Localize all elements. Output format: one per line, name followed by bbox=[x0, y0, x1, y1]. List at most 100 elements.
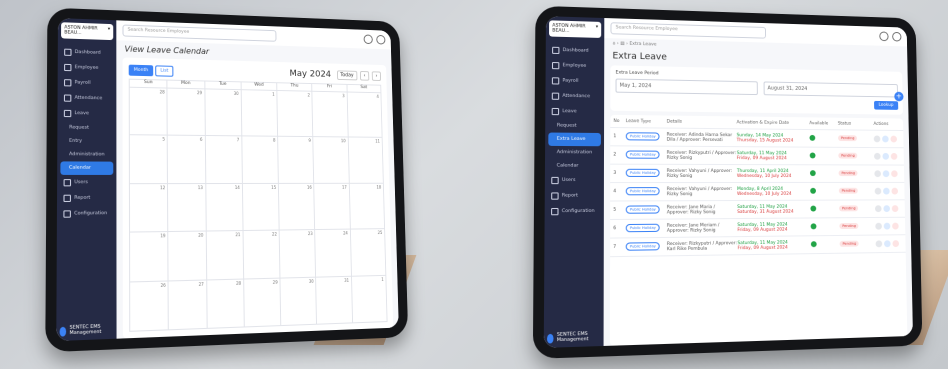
calendar-day-cell[interactable]: 1 bbox=[351, 275, 388, 324]
calendar-day-cell[interactable]: 19 bbox=[130, 232, 169, 283]
sidebar-item-payroll[interactable]: Payroll bbox=[549, 73, 601, 89]
delete-icon[interactable] bbox=[890, 135, 898, 143]
calendar-day-cell[interactable]: 30 bbox=[280, 277, 318, 327]
bell-icon[interactable] bbox=[879, 31, 889, 42]
calendar-day-cell[interactable]: 28 bbox=[206, 279, 245, 329]
calendar-day-cell[interactable]: 29 bbox=[244, 278, 282, 328]
view-icon[interactable] bbox=[874, 170, 881, 178]
main-content: Search Resource Employee ⌂ › ▤ › Extra L… bbox=[603, 18, 913, 346]
company-switcher[interactable]: ASTON AHMIR BEAU... ▾ bbox=[61, 22, 114, 41]
calendar-day-cell[interactable]: 1 bbox=[241, 90, 279, 138]
delete-icon[interactable] bbox=[891, 170, 898, 178]
calendar-day-cell[interactable]: 30 bbox=[204, 89, 243, 137]
calendar-day-cell[interactable]: 15 bbox=[242, 183, 280, 232]
calendar-day-cell[interactable]: 11 bbox=[348, 137, 384, 184]
calendar-day-cell[interactable]: 7 bbox=[205, 136, 243, 184]
calendar-day-cell[interactable]: 29 bbox=[167, 88, 206, 137]
sidebar-item-configuration[interactable]: Configuration bbox=[60, 206, 113, 222]
sidebar-item-payroll[interactable]: Payroll bbox=[61, 75, 113, 91]
sidebar-item-leave[interactable]: Leave bbox=[548, 104, 601, 120]
sidebar-item-request[interactable]: Request bbox=[548, 119, 601, 133]
calendar-day-cell[interactable]: 21 bbox=[206, 231, 245, 281]
delete-icon[interactable] bbox=[892, 222, 899, 230]
view-icon[interactable] bbox=[874, 152, 881, 160]
end-date-field[interactable]: August 31, 2024 bbox=[763, 81, 899, 98]
calendar-day-cell[interactable]: 3 bbox=[312, 91, 349, 138]
company-switcher[interactable]: ASTON AHMIR BEAU... ▾ bbox=[549, 20, 602, 38]
calendar-day-cell[interactable]: 8 bbox=[242, 136, 279, 184]
calendar-day-cell[interactable]: 23 bbox=[279, 230, 317, 279]
sidebar-item-report[interactable]: Report bbox=[548, 188, 601, 204]
delete-icon[interactable] bbox=[891, 187, 899, 195]
sidebar-item-dashboard[interactable]: Dashboard bbox=[61, 44, 113, 61]
calendar-day-cell[interactable]: 24 bbox=[315, 229, 352, 278]
calendar-day-cell[interactable]: 28 bbox=[129, 87, 168, 136]
sidebar-item-report[interactable]: Report bbox=[60, 190, 113, 206]
edit-icon[interactable] bbox=[882, 170, 890, 178]
avatar[interactable] bbox=[376, 34, 386, 45]
edit-icon[interactable] bbox=[882, 135, 889, 143]
sidebar-item-extra[interactable]: Extra Leave bbox=[548, 132, 601, 147]
calendar-day-cell[interactable]: 4 bbox=[347, 92, 383, 139]
sidebar-item-users[interactable]: Users bbox=[60, 175, 113, 191]
calendar-day-cell[interactable]: 16 bbox=[278, 183, 316, 231]
calendar-day-cell[interactable]: 13 bbox=[168, 183, 207, 233]
calendar-day-cell[interactable]: 27 bbox=[168, 280, 208, 331]
edit-icon[interactable] bbox=[883, 222, 891, 230]
sidebar-item-administration[interactable]: Administration bbox=[548, 146, 601, 160]
bell-icon[interactable] bbox=[363, 34, 373, 45]
calendar-day-cell[interactable]: 6 bbox=[167, 135, 206, 184]
sidebar-item-request[interactable]: Request bbox=[61, 121, 114, 135]
sidebar-item-leave[interactable]: Leave bbox=[61, 106, 114, 122]
calendar-day-cell[interactable]: 17 bbox=[314, 183, 351, 231]
today-button[interactable]: Today bbox=[336, 70, 358, 81]
users-icon bbox=[551, 176, 559, 185]
sidebar-item-configuration[interactable]: Configuration bbox=[548, 204, 601, 220]
calendar-day-cell[interactable]: 22 bbox=[243, 230, 281, 280]
month-view-button[interactable]: Month bbox=[128, 64, 154, 76]
calendar-day-cell[interactable]: 14 bbox=[205, 183, 244, 232]
sidebar-item-employee[interactable]: Employee bbox=[61, 60, 113, 77]
sidebar-item-calendar[interactable]: Calendar bbox=[60, 161, 114, 175]
main-content: Search Resource Employee View Leave Cale… bbox=[116, 20, 399, 339]
sidebar-item-entry[interactable]: Entry bbox=[60, 134, 113, 148]
sidebar-item-administration[interactable]: Administration bbox=[60, 148, 113, 162]
sidebar-item-employee[interactable]: Employee bbox=[549, 58, 601, 74]
chevron-right-icon[interactable]: › bbox=[371, 71, 382, 81]
calendar-day-cell[interactable]: 31 bbox=[316, 276, 353, 325]
calendar-day-cell[interactable]: 12 bbox=[129, 183, 169, 233]
calendar-day-cell[interactable]: 26 bbox=[130, 281, 170, 332]
search-input[interactable]: Search Resource Employee bbox=[610, 22, 767, 39]
calendar-day-cell[interactable]: 2 bbox=[277, 90, 314, 138]
view-icon[interactable] bbox=[873, 135, 881, 143]
sidebar-item-users[interactable]: Users bbox=[548, 173, 601, 189]
lookup-button[interactable]: Lookup bbox=[873, 100, 899, 110]
chevron-left-icon[interactable]: ‹ bbox=[359, 71, 370, 81]
calendar-day-cell[interactable]: 25 bbox=[350, 229, 387, 277]
edit-icon[interactable] bbox=[882, 152, 890, 160]
edit-icon[interactable] bbox=[883, 187, 890, 195]
calendar-day-cell[interactable]: 9 bbox=[278, 137, 315, 184]
view-icon[interactable] bbox=[874, 187, 882, 195]
calendar-day-cell[interactable]: 10 bbox=[313, 137, 350, 184]
list-view-button[interactable]: List bbox=[155, 64, 174, 77]
sidebar-item-calendar[interactable]: Calendar bbox=[548, 159, 601, 173]
delete-icon[interactable] bbox=[890, 152, 898, 160]
start-date-field[interactable]: May 1, 2024 bbox=[615, 78, 758, 96]
delete-icon[interactable] bbox=[892, 240, 900, 248]
calendar-day-cell[interactable]: 18 bbox=[349, 183, 386, 230]
sidebar-item-dashboard[interactable]: Dashboard bbox=[549, 43, 601, 59]
view-icon[interactable] bbox=[875, 222, 882, 230]
calendar-day-cell[interactable]: 20 bbox=[168, 231, 207, 282]
edit-icon[interactable] bbox=[883, 205, 891, 213]
view-icon[interactable] bbox=[875, 240, 883, 248]
search-input[interactable]: Search Resource Employee bbox=[122, 24, 277, 42]
view-icon[interactable] bbox=[874, 205, 882, 213]
add-button[interactable]: + bbox=[894, 91, 904, 102]
delete-icon[interactable] bbox=[891, 205, 899, 212]
calendar-day-cell[interactable]: 5 bbox=[129, 135, 169, 184]
sidebar-item-attendance[interactable]: Attendance bbox=[549, 88, 601, 104]
avatar[interactable] bbox=[892, 31, 902, 42]
edit-icon[interactable] bbox=[884, 240, 891, 248]
sidebar-item-attendance[interactable]: Attendance bbox=[61, 90, 114, 106]
